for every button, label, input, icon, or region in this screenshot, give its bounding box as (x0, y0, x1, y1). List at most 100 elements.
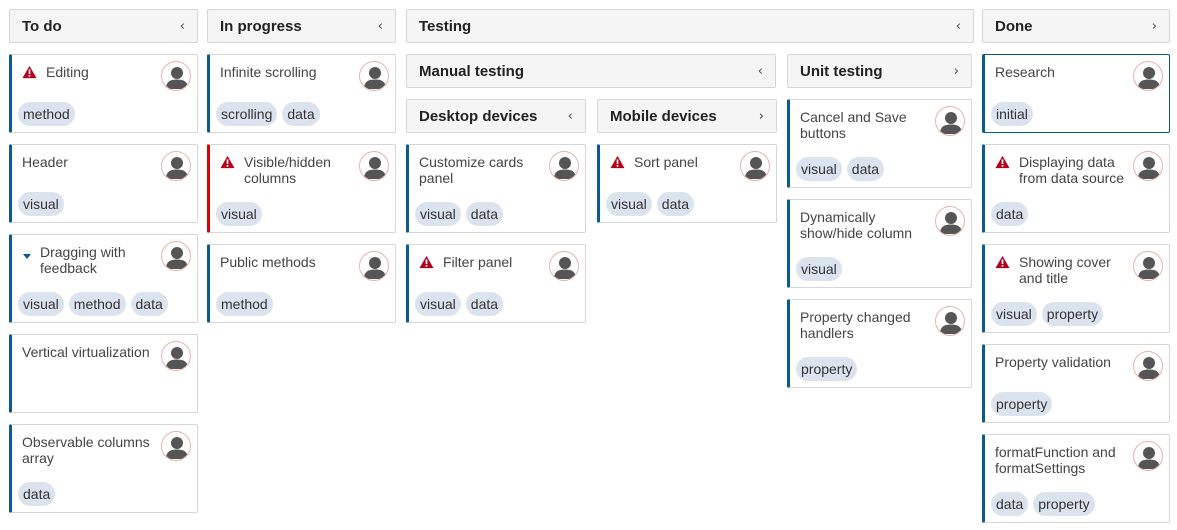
chevron-left-icon[interactable]: ‹ (378, 19, 383, 34)
card-dynamically-show-hide-column[interactable]: Dynamically show/hide column visual (787, 199, 972, 288)
tag[interactable]: visual (18, 192, 64, 216)
card-header[interactable]: Header visual (9, 144, 198, 223)
avatar-user-icon[interactable] (161, 151, 191, 181)
tag-list: visual (796, 257, 842, 281)
caret-down-icon[interactable] (22, 248, 32, 259)
tag[interactable]: method (68, 292, 126, 316)
avatar-user-icon[interactable] (935, 206, 965, 236)
column-header-label: Testing (419, 17, 472, 35)
avatar-user-icon[interactable] (1133, 61, 1163, 91)
card-property-validation[interactable]: Property validation property (982, 344, 1170, 423)
card-title-text: Dragging with feedback (40, 244, 126, 276)
tag[interactable]: visual (606, 192, 652, 216)
avatar-user-icon[interactable] (1133, 441, 1163, 471)
avatar-user-icon[interactable] (161, 61, 191, 91)
tag-list: visual (216, 202, 262, 226)
chevron-left-icon[interactable]: ‹ (180, 19, 185, 34)
card-title-text: Sort panel (634, 154, 698, 170)
card-title-text: Showing cover and title (1019, 254, 1111, 286)
tag[interactable]: data (282, 102, 320, 126)
column-header-done[interactable]: Done › (982, 9, 1170, 43)
avatar-user-icon[interactable] (935, 106, 965, 136)
avatar-user-icon[interactable] (359, 251, 389, 281)
card-vertical-virtualization[interactable]: Vertical virtualization (9, 334, 198, 413)
tag[interactable]: property (1041, 302, 1104, 326)
column-header-todo[interactable]: To do ‹ (9, 9, 198, 43)
card-research[interactable]: Research initial (982, 54, 1170, 133)
subcolumn-header-unit-testing[interactable]: Unit testing › (787, 54, 972, 88)
tag[interactable]: visual (991, 302, 1037, 326)
card-showing-cover-and-title[interactable]: Showing cover and title visual property (982, 244, 1170, 333)
avatar-user-icon[interactable] (1133, 251, 1163, 281)
card-sort-panel[interactable]: Sort panel visual data (597, 144, 777, 223)
card-title-text: Infinite scrolling (220, 64, 317, 80)
subcolumn-header-mobile-devices[interactable]: Mobile devices › (597, 99, 777, 133)
chevron-right-icon[interactable]: › (954, 64, 959, 79)
avatar-user-icon[interactable] (1133, 351, 1163, 381)
tag[interactable]: visual (18, 292, 64, 316)
avatar-user-icon[interactable] (740, 151, 770, 181)
chevron-left-icon[interactable]: ‹ (758, 64, 763, 79)
card-formatfunction-and-formatsettings[interactable]: formatFunction and formatSettings data pro… (982, 434, 1170, 523)
tag[interactable]: visual (415, 202, 461, 226)
tag[interactable]: method (216, 292, 273, 316)
chevron-left-icon[interactable]: ‹ (956, 19, 961, 34)
avatar-user-icon[interactable] (1133, 151, 1163, 181)
avatar-user-icon[interactable] (549, 251, 579, 281)
tag[interactable]: visual (796, 157, 842, 181)
card-title-text: Property validation (995, 354, 1111, 370)
tag[interactable]: method (18, 102, 75, 126)
tag-list: data property (991, 492, 1095, 516)
tag[interactable]: property (1033, 492, 1095, 516)
avatar-user-icon[interactable] (161, 341, 191, 371)
avatar-user-icon[interactable] (161, 241, 191, 271)
column-header-testing[interactable]: Testing ‹ (406, 9, 974, 43)
tag-list: visual data (415, 202, 504, 226)
tag[interactable]: visual (796, 257, 842, 281)
tag-list: property (796, 357, 858, 381)
tag[interactable]: data (18, 482, 56, 506)
card-title-text: Displaying data from data source (1019, 154, 1125, 186)
card-property-changed-handlers[interactable]: Property changed handlers property (787, 299, 972, 388)
tag[interactable]: scrolling (216, 102, 278, 126)
tag-list: scrolling data (216, 102, 320, 126)
card-title-text: Observable columns array (22, 434, 150, 466)
card-observable-columns-array[interactable]: Observable columns array data (9, 424, 198, 513)
card-infinite-scrolling[interactable]: Infinite scrolling scrolling data (207, 54, 396, 133)
avatar-user-icon[interactable] (935, 306, 965, 336)
tag[interactable]: visual (216, 202, 262, 226)
column-header-in-progress[interactable]: In progress ‹ (207, 9, 396, 43)
card-editing[interactable]: Editing method (9, 54, 198, 133)
tag[interactable]: data (991, 202, 1029, 226)
card-customize-cards-panel[interactable]: Customize cards panel visual data (406, 144, 586, 233)
card-title-text: Header (22, 154, 68, 170)
card-cancel-and-save-buttons[interactable]: Cancel and Save buttons visual data (787, 99, 972, 188)
card-title-text: Public methods (220, 254, 316, 270)
card-visible-hidden-columns[interactable]: Visible/hidden columns visual (207, 144, 396, 233)
chevron-left-icon[interactable]: ‹ (568, 109, 573, 124)
avatar-user-icon[interactable] (549, 151, 579, 181)
tag[interactable]: initial (991, 102, 1033, 126)
avatar-user-icon[interactable] (161, 431, 191, 461)
card-displaying-data-from-data-source[interactable]: Displaying data from data source data (982, 144, 1170, 233)
tag[interactable]: data (846, 157, 885, 181)
tag[interactable]: property (991, 392, 1053, 416)
chevron-right-icon[interactable]: › (1152, 19, 1157, 34)
avatar-user-icon[interactable] (359, 61, 389, 91)
tag[interactable]: data (465, 292, 504, 316)
tag[interactable]: data (465, 202, 504, 226)
avatar-user-icon[interactable] (359, 151, 389, 181)
card-dragging-with-feedback[interactable]: Dragging with feedback visual method data (9, 234, 198, 323)
card-filter-panel[interactable]: Filter panel visual data (406, 244, 586, 323)
tag[interactable]: visual (415, 292, 461, 316)
chevron-right-icon[interactable]: › (759, 109, 764, 124)
tag-list: visual data (415, 292, 504, 316)
tag[interactable]: property (796, 357, 858, 381)
tag-list: initial (991, 102, 1033, 126)
subcolumn-header-manual-testing[interactable]: Manual testing ‹ (406, 54, 776, 88)
card-public-methods[interactable]: Public methods method (207, 244, 396, 323)
tag[interactable]: data (991, 492, 1029, 516)
tag[interactable]: data (656, 192, 695, 216)
subcolumn-header-desktop-devices[interactable]: Desktop devices ‹ (406, 99, 586, 133)
tag[interactable]: data (130, 292, 168, 316)
